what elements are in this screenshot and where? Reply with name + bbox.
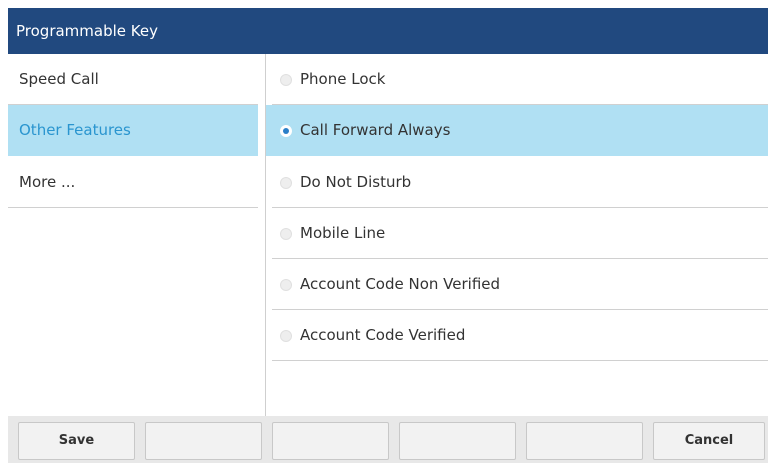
category-label: Other Features — [19, 121, 131, 139]
option-label: Account Code Non Verified — [300, 275, 501, 293]
option-account-code-verified[interactable]: Account Code Verified — [272, 310, 768, 361]
option-mobile-line[interactable]: Mobile Line — [272, 208, 768, 259]
category-list: Speed Call Other Features More ... — [8, 54, 265, 416]
category-other-features[interactable]: Other Features — [8, 105, 258, 156]
option-label: Call Forward Always — [300, 121, 451, 139]
window-title: Programmable Key — [16, 22, 158, 40]
radio-button[interactable] — [280, 177, 292, 189]
title-bar: Programmable Key — [8, 8, 768, 54]
option-do-not-disturb[interactable]: Do Not Disturb — [272, 157, 768, 208]
softkey-bar: Save Cancel — [8, 416, 768, 463]
radio-button[interactable] — [280, 330, 292, 342]
category-more[interactable]: More ... — [8, 157, 258, 208]
option-label: Mobile Line — [300, 224, 386, 242]
radio-button[interactable] — [280, 228, 292, 240]
softkey-2[interactable] — [145, 422, 262, 460]
radio-button[interactable] — [280, 279, 292, 291]
option-label: Do Not Disturb — [300, 173, 412, 191]
option-label: Phone Lock — [300, 70, 386, 88]
category-label: More ... — [19, 173, 76, 191]
softkey-5[interactable] — [526, 422, 643, 460]
option-phone-lock[interactable]: Phone Lock — [272, 54, 768, 105]
cancel-button[interactable]: Cancel — [653, 422, 765, 460]
softkey-3[interactable] — [272, 422, 389, 460]
option-label: Account Code Verified — [300, 326, 466, 344]
softkey-4[interactable] — [399, 422, 516, 460]
save-button[interactable]: Save — [18, 422, 135, 460]
category-label: Speed Call — [19, 70, 99, 88]
feature-options-list: Phone Lock Call Forward Always Do Not Di… — [266, 54, 768, 416]
category-speed-call[interactable]: Speed Call — [8, 54, 258, 105]
option-account-code-non-verified[interactable]: Account Code Non Verified — [272, 259, 768, 310]
radio-button[interactable] — [280, 74, 292, 86]
option-call-forward-always[interactable]: Call Forward Always — [266, 105, 768, 156]
radio-button-selected[interactable] — [280, 125, 292, 137]
